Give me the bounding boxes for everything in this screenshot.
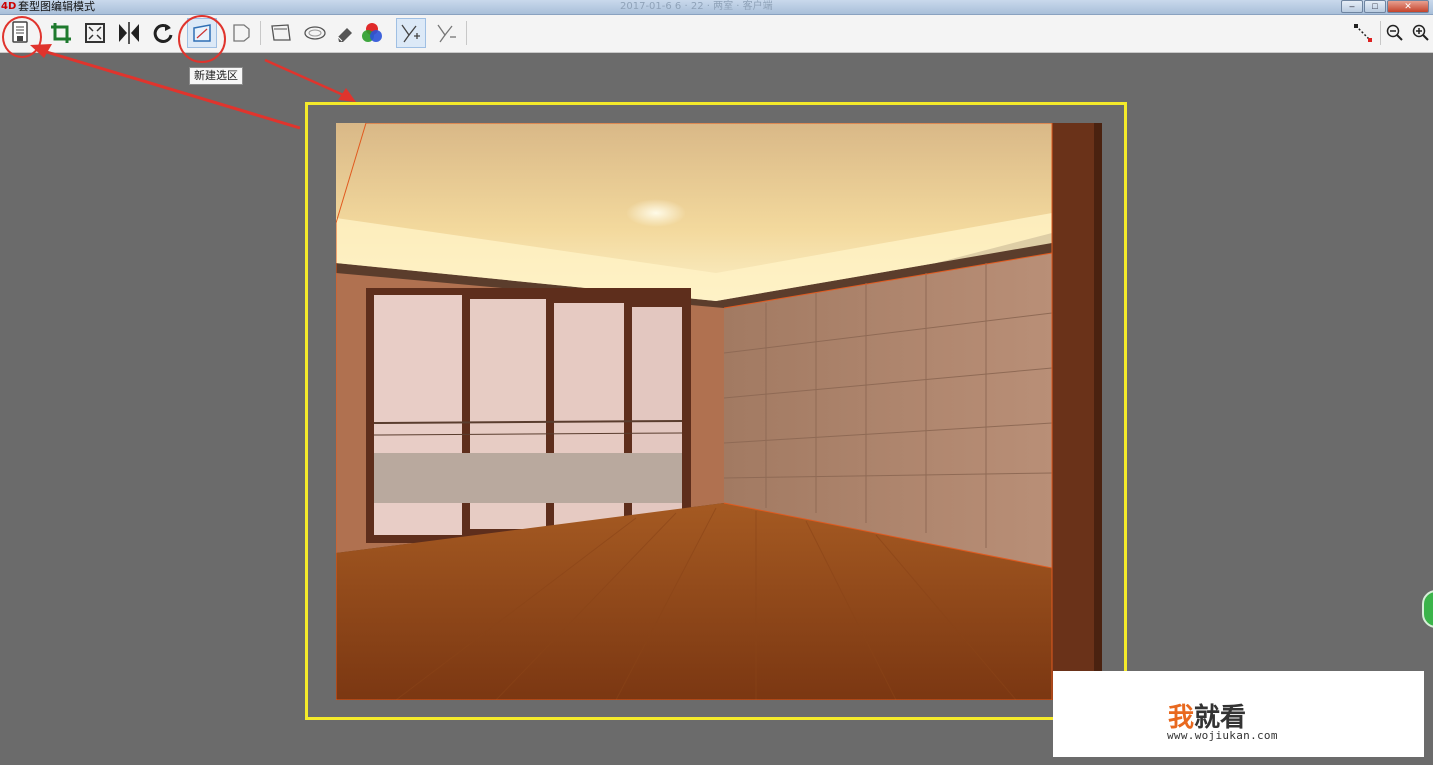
watermark-url: www.wojiukan.com bbox=[1167, 729, 1278, 742]
room-photo bbox=[336, 123, 1102, 700]
watermark: 我就看 www.wojiukan.com bbox=[1053, 671, 1424, 757]
